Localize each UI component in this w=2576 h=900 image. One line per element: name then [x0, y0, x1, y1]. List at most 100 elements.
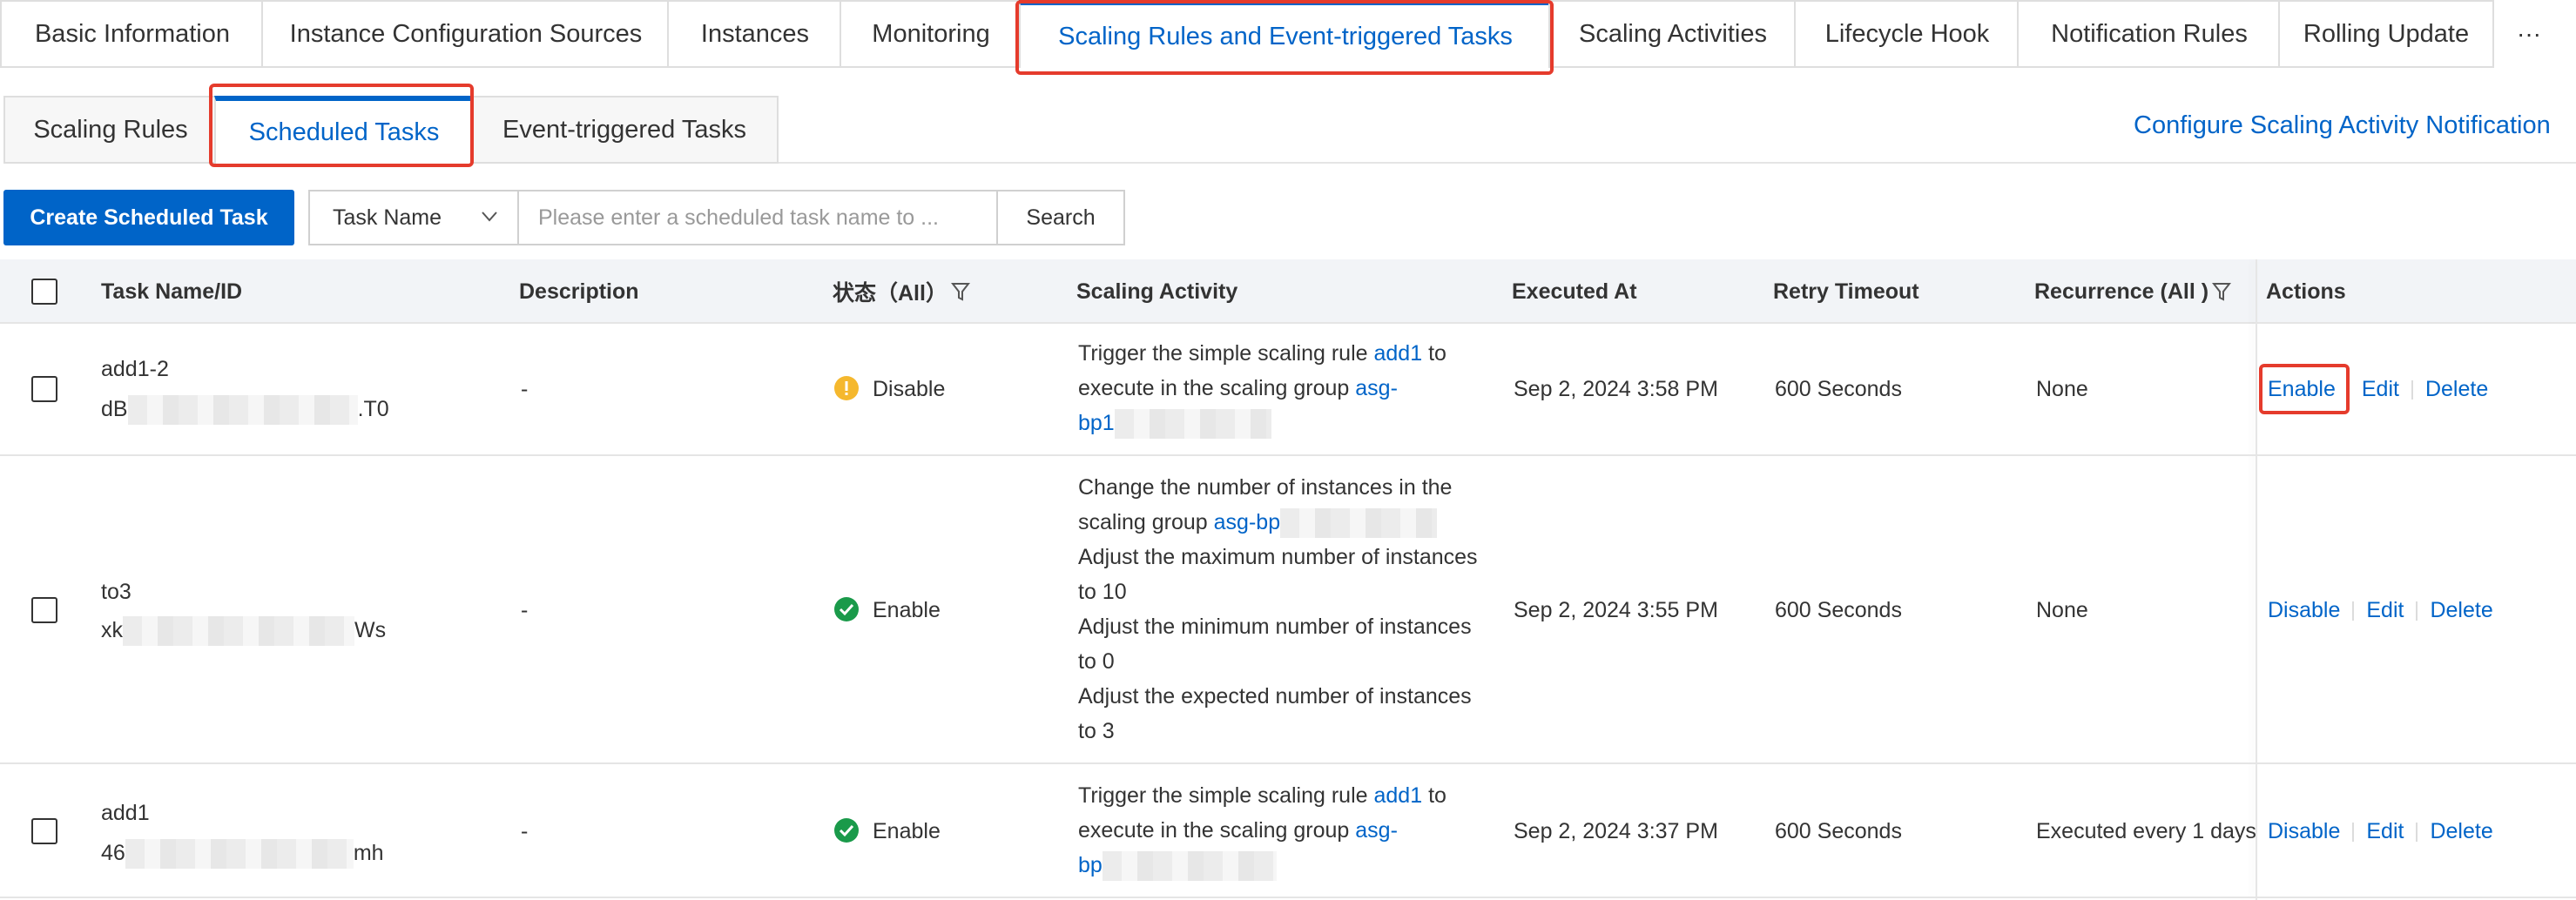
row-actions: Disable Edit Delete [2268, 593, 2493, 628]
filter-icon[interactable] [950, 281, 970, 302]
disable-action-link[interactable]: Disable [2268, 598, 2340, 622]
configure-notification-link[interactable]: Configure Scaling Activity Notification [2134, 111, 2551, 140]
row-divider [0, 897, 2576, 898]
recurrence: None [2036, 377, 2088, 401]
status-text: Disable [873, 377, 946, 401]
action-separator [2411, 380, 2413, 400]
enable-action-link[interactable]: Enable [2268, 377, 2336, 401]
activity-line: Adjust the maximum number of instances [1078, 545, 1478, 569]
create-scheduled-task-button[interactable]: Create Scheduled Task [3, 190, 294, 245]
row-actions: Disable Edit Delete [2268, 814, 2493, 849]
action-separator [2352, 823, 2355, 843]
redacted-text [125, 839, 354, 870]
col-header-recurrence-label: Recurrence (All ) [2034, 279, 2209, 304]
recurrence: Executed every 1 days [2036, 819, 2256, 843]
select-all-checkbox[interactable] [31, 279, 57, 305]
row-checkbox[interactable] [31, 818, 57, 844]
scaling-activity: Trigger the simple scaling rule add1 to … [1078, 336, 1496, 440]
tab-lifecycle-hook[interactable]: Lifecycle Hook [1794, 0, 2019, 68]
subtab-scheduled-tasks[interactable]: Scheduled Tasks [214, 96, 472, 164]
delete-action-link[interactable]: Delete [2430, 598, 2492, 622]
retry-timeout: 600 Seconds [1775, 598, 1902, 622]
tab-scaling-activities[interactable]: Scaling Activities [1548, 0, 1796, 68]
subtab-event-triggered-tasks[interactable]: Event-triggered Tasks [470, 96, 779, 164]
tab-monitoring[interactable]: Monitoring [840, 0, 1021, 68]
subtab-scaling-rules[interactable]: Scaling Rules [3, 96, 216, 164]
col-header-retry-timeout: Retry Timeout [1773, 279, 1919, 304]
tab-instance-configuration-sources[interactable]: Instance Configuration Sources [261, 0, 669, 68]
col-header-description: Description [519, 279, 639, 304]
scaling-rule-link[interactable]: add1 [1374, 341, 1423, 366]
activity-line: Trigger the simple scaling rule add1 to [1078, 783, 1446, 808]
check-circle-icon [834, 597, 859, 622]
filter-icon[interactable] [2212, 281, 2232, 302]
task-id-suffix: Ws [354, 618, 387, 642]
tab-rolling-update[interactable]: Rolling Update [2278, 0, 2494, 68]
scaling-group-link[interactable]: asg- [1355, 818, 1398, 843]
tab-label: Instance Configuration Sources [289, 19, 643, 48]
tab-instances[interactable]: Instances [667, 0, 841, 68]
subtab-divider [779, 162, 2576, 164]
task-description: - [521, 819, 529, 843]
scaling-rule-link[interactable]: add1 [1374, 783, 1423, 808]
status-text: Enable [873, 819, 941, 843]
row-checkbox[interactable] [31, 597, 57, 623]
col-header-actions: Actions [2266, 279, 2346, 304]
scaling-group-link[interactable]: asg-bp [1214, 510, 1280, 534]
subtab-label: Event-triggered Tasks [502, 115, 746, 144]
search-input[interactable]: Please enter a scheduled task name to ..… [517, 190, 998, 245]
action-separator [2416, 601, 2418, 621]
activity-line: to 0 [1078, 649, 1115, 674]
tab-label: Scaling Rules and Event-triggered Tasks [1058, 22, 1513, 50]
check-circle-icon [834, 818, 859, 843]
task-id-prefix: 46 [101, 841, 125, 865]
tab-label: Lifecycle Hook [1824, 19, 1990, 48]
executed-at: Sep 2, 2024 3:37 PM [1514, 819, 1718, 843]
col-header-executed-at: Executed At [1512, 279, 1637, 304]
delete-action-link[interactable]: Delete [2425, 377, 2488, 401]
tab-label: Monitoring [872, 19, 990, 48]
scaling-group-link[interactable]: asg- [1355, 376, 1398, 400]
actions-column-divider [2256, 259, 2257, 900]
executed-at: Sep 2, 2024 3:58 PM [1514, 377, 1718, 401]
scaling-activity: Change the number of instances in the sc… [1078, 470, 1496, 749]
task-name: add1 [101, 801, 150, 825]
tab-label: Rolling Update [2303, 19, 2470, 48]
tab-scaling-rules-and-event-triggered-tasks[interactable]: Scaling Rules and Event-triggered Tasks [1019, 0, 1550, 68]
tab-label: Basic Information [34, 19, 231, 48]
activity-line: scaling group asg-bp [1078, 505, 1496, 540]
task-name: to3 [101, 580, 131, 604]
scaling-group-link[interactable]: bp1 [1078, 411, 1115, 435]
col-header-status-label: 状态（All） [833, 281, 947, 306]
edit-action-link[interactable]: Edit [2366, 598, 2404, 622]
col-header-recurrence[interactable]: Recurrence (All ) [2034, 259, 2232, 324]
task-id: dB .T0 [101, 392, 389, 426]
col-header-status[interactable]: 状态（All） [833, 259, 970, 324]
task-description: - [521, 598, 529, 622]
row-checkbox[interactable] [31, 376, 57, 402]
activity-line: to 10 [1078, 580, 1127, 604]
disable-action-link[interactable]: Disable [2268, 819, 2340, 843]
edit-action-link[interactable]: Edit [2366, 819, 2404, 843]
tab-basic-information[interactable]: Basic Information [0, 0, 263, 68]
redacted-text [1114, 409, 1271, 440]
col-header-scaling-activity: Scaling Activity [1076, 279, 1238, 304]
redacted-text [123, 616, 354, 647]
task-id-prefix: dB [101, 397, 128, 421]
scaling-group-link[interactable]: bp [1078, 853, 1103, 877]
executed-at: Sep 2, 2024 3:55 PM [1514, 598, 1718, 622]
row-divider [0, 762, 2576, 764]
action-separator [2347, 380, 2350, 400]
activity-line: Adjust the minimum number of instances [1078, 615, 1472, 639]
tab-label: Instances [700, 19, 810, 48]
task-id-suffix: mh [353, 841, 384, 865]
delete-action-link[interactable]: Delete [2430, 819, 2492, 843]
search-button[interactable]: Search [996, 190, 1125, 245]
activity-line: Adjust the expected number of instances [1078, 684, 1472, 709]
row-divider [0, 454, 2576, 456]
more-tabs-icon[interactable]: ··· [2517, 0, 2541, 68]
tab-label: Notification Rules [2051, 19, 2248, 48]
edit-action-link[interactable]: Edit [2362, 377, 2399, 401]
filter-field-select[interactable]: Task Name [308, 190, 519, 245]
tab-notification-rules[interactable]: Notification Rules [2017, 0, 2280, 68]
